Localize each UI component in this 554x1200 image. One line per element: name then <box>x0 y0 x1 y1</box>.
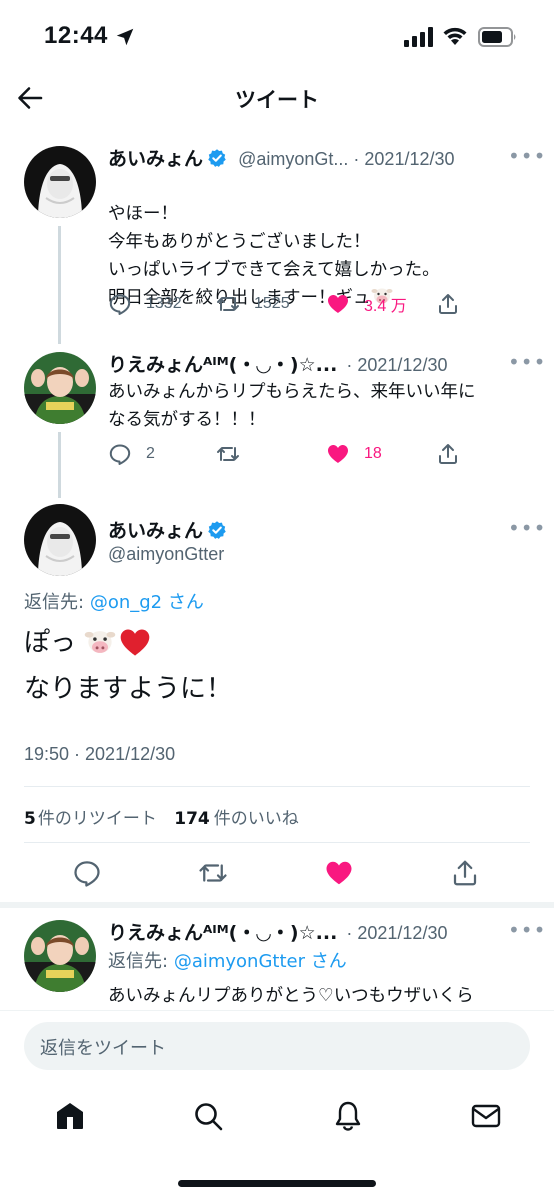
tweet-2-header: りえみょんᴬᴵᴹ(・◡・)☆... · 2021/12/30 <box>108 350 447 377</box>
home-icon[interactable] <box>54 1100 86 1132</box>
retweet-icon <box>217 297 239 311</box>
reply-context: 返信先: @aimyonGtter さん <box>108 947 347 973</box>
reply-icon <box>109 444 131 465</box>
display-name[interactable]: りえみょんᴬᴵᴹ(・◡・)☆... <box>108 922 337 944</box>
reply-tweet-header: りえみょんᴬᴵᴹ(・◡・)☆... · 2021/12/30 <box>108 918 447 945</box>
verified-badge-icon <box>208 521 226 539</box>
like-stat-count: 174 <box>174 809 210 829</box>
avatar-aimyon[interactable] <box>24 504 96 576</box>
location-arrow-icon <box>116 28 134 46</box>
reply-to-suffix: さん <box>310 951 347 972</box>
battery-icon <box>478 27 516 47</box>
avatar-image <box>24 352 96 424</box>
reply-to-label: 返信先: <box>24 592 85 613</box>
tweet-timestamp: 19:50 · 2021/12/30 <box>24 744 176 764</box>
reply-to-user-link[interactable]: @aimyonGtter <box>174 951 305 972</box>
thread-connector <box>58 226 61 344</box>
reply-to-label: 返信先: <box>108 951 169 972</box>
main-tweet-text: ぽっ <box>24 628 77 658</box>
avatar-image <box>24 920 96 992</box>
cellular-signal-icon <box>404 27 433 47</box>
heart-filled-icon[interactable] <box>324 858 354 888</box>
reply-button[interactable]: 2 <box>108 442 155 466</box>
display-name[interactable]: りえみょんᴬᴵᴹ(・◡・)☆... <box>108 354 337 376</box>
tweet-text: あいみょんリプありがとう♡いつもウザいくら <box>108 986 474 1006</box>
retweet-icon <box>217 447 239 461</box>
home-indicator <box>178 1180 376 1187</box>
reply-icon <box>109 294 131 315</box>
handle-and-date: @aimyonGt... · 2021/12/30 <box>238 149 455 169</box>
avatar-image <box>24 504 96 576</box>
like-stat[interactable]: 174 件のいいね <box>174 809 299 829</box>
like-button[interactable]: 3.4 万 <box>326 292 407 316</box>
avatar-image <box>24 146 96 218</box>
avatar-riemyon[interactable] <box>24 352 96 424</box>
share-icon[interactable] <box>436 292 460 316</box>
share-icon[interactable] <box>450 858 480 888</box>
reply-compose-placeholder: 返信をツイート <box>40 1038 166 1059</box>
section-separator <box>0 902 554 908</box>
share-icon[interactable] <box>436 442 460 466</box>
reply-count: 1332 <box>146 295 182 312</box>
wifi-icon <box>443 27 467 45</box>
divider <box>24 842 530 843</box>
notifications-icon[interactable] <box>332 1100 364 1132</box>
like-count: 3.4 万 <box>364 298 407 315</box>
avatar-aimyon[interactable] <box>24 146 96 218</box>
messages-icon[interactable] <box>470 1100 502 1132</box>
red-heart-emoji-icon <box>120 629 150 656</box>
page-title: ツイート <box>235 88 319 112</box>
reply-context: 返信先: @on_g2 さん <box>24 588 204 614</box>
main-tweet-author[interactable]: あいみょん <box>108 516 227 543</box>
more-options-icon[interactable]: ••• <box>508 350 546 374</box>
like-stat-label: 件のいいね <box>213 809 299 829</box>
cow-emoji-icon <box>85 631 116 653</box>
tweet-1-header: あいみょん @aimyonGt... · 2021/12/30 <box>108 144 455 171</box>
retweet-stat-count: 5 <box>24 809 36 829</box>
reply-icon[interactable] <box>72 858 102 888</box>
retweet-button[interactable] <box>216 442 254 466</box>
tweet-text: やほー！ 今年もありがとうございました！ いっぱいライブできて会えて嬉しかった。… <box>108 172 528 312</box>
retweet-stat[interactable]: 5 件のリツイート <box>24 809 157 829</box>
more-options-icon[interactable]: ••• <box>508 144 546 168</box>
display-name: あいみょん <box>108 520 204 542</box>
user-handle[interactable]: @aimyonGtter <box>108 544 224 565</box>
more-options-icon[interactable]: ••• <box>508 516 546 540</box>
reply-to-user-link[interactable]: @on_g2 <box>90 592 162 613</box>
more-options-icon[interactable]: ••• <box>508 918 546 942</box>
retweet-button[interactable]: 1525 <box>216 292 290 316</box>
like-count: 18 <box>364 445 382 462</box>
status-time: 12:44 <box>44 22 108 49</box>
like-button[interactable]: 18 <box>326 442 382 466</box>
reply-count: 2 <box>146 445 155 462</box>
tweet-stats: 5 件のリツイート 174 件のいいね <box>24 804 299 829</box>
search-icon[interactable] <box>192 1100 224 1132</box>
heart-filled-icon <box>328 295 348 313</box>
divider <box>24 786 530 787</box>
date-text: 2021/12/30 <box>357 355 448 375</box>
main-tweet-line-2: なりますように！ <box>24 674 233 704</box>
thread-connector <box>58 432 61 498</box>
reply-button[interactable]: 1332 <box>108 292 182 316</box>
display-name[interactable]: あいみょん <box>108 148 203 170</box>
reply-to-suffix: さん <box>167 592 204 613</box>
tweet-date: · 2021/12/30 <box>346 355 448 375</box>
avatar-riemyon[interactable] <box>24 920 96 992</box>
retweet-count: 1525 <box>254 295 290 312</box>
heart-filled-icon <box>328 445 348 463</box>
tweet-date: · 2021/12/30 <box>346 923 448 943</box>
retweet-icon[interactable] <box>198 858 228 888</box>
tweet-text: あいみょんからリプもらえたら、来年いい年に なる気がする！！！ <box>108 382 476 430</box>
verified-badge-icon <box>208 149 226 167</box>
retweet-stat-label: 件のリツイート <box>37 809 157 829</box>
main-tweet-line-1: ぽっ <box>24 626 152 660</box>
date-text: 2021/12/30 <box>357 923 448 943</box>
